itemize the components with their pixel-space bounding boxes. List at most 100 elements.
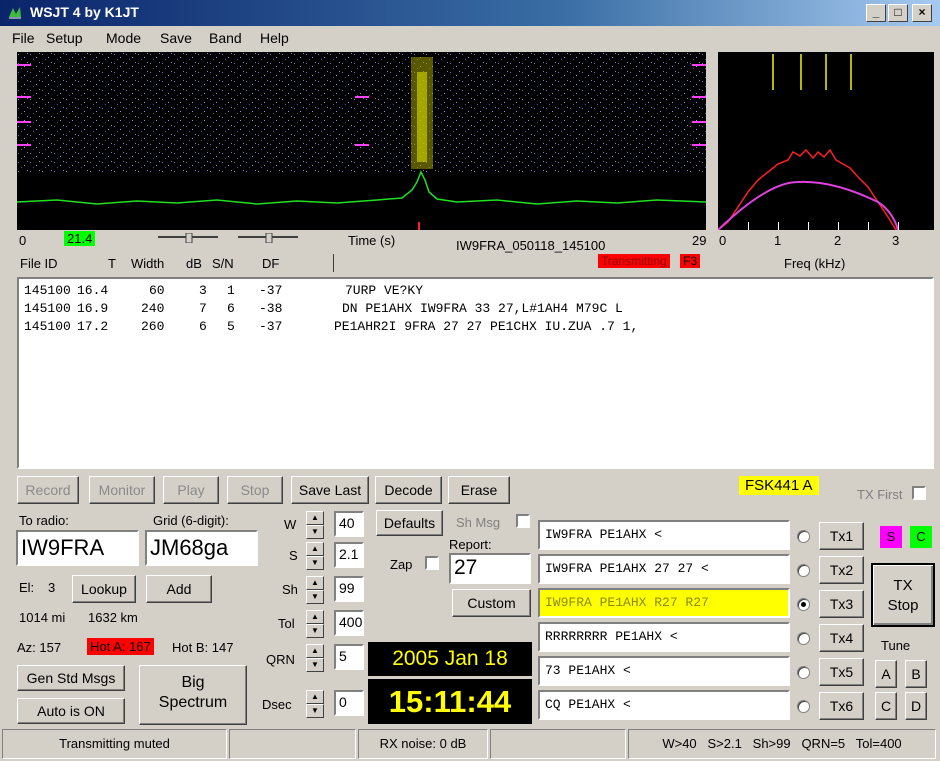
param-sh-label: Sh xyxy=(282,582,298,597)
decode-text: DN PE1AHX IW9FRA 33 27,L#1AH4 M79C L xyxy=(342,301,623,316)
col-width: Width xyxy=(131,256,165,271)
decode-button[interactable]: Decode xyxy=(375,476,442,504)
param-w-label: W xyxy=(284,517,297,532)
decoded-text-area[interactable]: 145100 16.4 60 3 1 -37 7URP VE?KY 145100… xyxy=(17,277,934,469)
tx3-button[interactable]: Tx3 xyxy=(819,590,864,618)
menu-setup[interactable]: Setup xyxy=(46,30,83,46)
tune-d-button[interactable]: D xyxy=(905,692,927,720)
param-dsec-value[interactable]: 0 xyxy=(334,690,364,716)
distance-km: 1632 km xyxy=(88,610,138,625)
file-name-label: IW9FRA_050118_145100 xyxy=(456,238,606,253)
hot-a: Hot A: 167 xyxy=(87,638,154,655)
elevation-value: 3 xyxy=(48,580,56,595)
report-input[interactable]: 27 xyxy=(449,553,531,584)
tx5-button[interactable]: Tx5 xyxy=(819,658,864,686)
grid-input[interactable]: JM68ga xyxy=(145,530,258,566)
decode-t: 16.4 xyxy=(77,283,109,298)
tx6-button[interactable]: Tx6 xyxy=(819,692,864,720)
tx-radio-6[interactable] xyxy=(797,700,810,713)
status-cell-empty-1 xyxy=(229,729,356,759)
erase-button[interactable]: Erase xyxy=(448,476,510,504)
param-tol-spinner[interactable]: ▲ ▼ xyxy=(306,610,324,638)
tx-message-4[interactable]: RRRRRRRR PE1AHX < xyxy=(538,622,790,652)
distance-miles: 1014 mi xyxy=(19,610,66,625)
save-last-button[interactable]: Save Last xyxy=(291,476,369,504)
spectrum-display[interactable] xyxy=(718,52,934,230)
menu-help[interactable]: Help xyxy=(260,30,289,46)
minimize-button[interactable]: _ xyxy=(866,4,886,22)
brightness-slider[interactable] xyxy=(158,231,218,244)
tune-a-button[interactable]: A xyxy=(875,660,897,688)
col-db: dB xyxy=(186,256,202,271)
menu-band[interactable]: Band xyxy=(209,30,242,46)
tx4-button[interactable]: Tx4 xyxy=(819,624,864,652)
param-sh-value[interactable]: 99 xyxy=(334,576,364,602)
param-qrn-value[interactable]: 5 xyxy=(334,644,364,670)
menu-file[interactable]: File xyxy=(12,30,35,46)
tx-message-5[interactable]: 73 PE1AHX < xyxy=(538,656,790,686)
s-indicator: S xyxy=(880,526,902,548)
status-cell-empty-2 xyxy=(490,729,626,759)
stop-button[interactable]: Stop xyxy=(227,476,283,504)
decode-db: 6 xyxy=(199,319,207,334)
param-w-spinner[interactable]: ▲ ▼ xyxy=(306,511,324,539)
tune-c-button[interactable]: C xyxy=(875,692,897,720)
close-button[interactable]: × xyxy=(912,4,932,22)
menu-save[interactable]: Save xyxy=(160,30,192,46)
tx-radio-3[interactable] xyxy=(797,598,810,611)
record-button[interactable]: Record xyxy=(17,476,79,504)
status-summary: W>40 S>2.1 Sh>99 QRN=5 Tol=400 xyxy=(628,729,936,759)
tx-radio-4[interactable] xyxy=(797,632,810,645)
col-file-id: File ID xyxy=(20,256,58,271)
tx-radio-2[interactable] xyxy=(797,564,810,577)
param-qrn-spinner[interactable]: ▲ ▼ xyxy=(306,644,324,672)
param-tol-value[interactable]: 400 xyxy=(334,610,364,636)
tune-b-button[interactable]: B xyxy=(905,660,927,688)
big-spectrum-line-2: Spectrum xyxy=(158,694,228,711)
function-key-indicator: F3 xyxy=(680,254,701,268)
param-s-value[interactable]: 2.1 xyxy=(334,542,364,568)
big-spectrum-button[interactable]: Big Spectrum xyxy=(139,665,247,725)
param-dsec-spinner[interactable]: ▲ ▼ xyxy=(306,690,324,718)
contrast-slider[interactable] xyxy=(238,231,298,244)
waterfall-display[interactable] xyxy=(17,52,706,230)
play-button[interactable]: Play xyxy=(163,476,219,504)
defaults-button[interactable]: Defaults xyxy=(376,510,443,536)
decode-t: 16.9 xyxy=(77,301,109,316)
monitor-button[interactable]: Monitor xyxy=(89,476,155,504)
decode-row: 145100 16.9 240 7 6 -38 DN PE1AHX IW9FRA… xyxy=(19,300,932,318)
maximize-button[interactable]: □ xyxy=(888,4,908,22)
tx1-button[interactable]: Tx1 xyxy=(819,522,864,550)
tx-message-2[interactable]: IW9FRA PE1AHX 27 27 < xyxy=(538,554,790,584)
param-qrn-label: QRN xyxy=(266,652,295,667)
menu-mode[interactable]: Mode xyxy=(106,30,141,46)
decode-width: 60 xyxy=(149,283,165,298)
col-t: T xyxy=(108,256,116,271)
tx-stop-button[interactable]: TX Stop xyxy=(871,563,935,627)
tx-radio-1[interactable] xyxy=(797,530,810,543)
tx2-button[interactable]: Tx2 xyxy=(819,556,864,584)
zap-checkbox[interactable] xyxy=(425,556,439,570)
decode-t: 17.2 xyxy=(77,319,109,334)
gen-std-msgs-button[interactable]: Gen Std Msgs xyxy=(17,665,125,691)
tx-radio-5[interactable] xyxy=(797,666,810,679)
param-w-value[interactable]: 40 xyxy=(334,511,364,537)
tx-message-6[interactable]: CQ PE1AHX < xyxy=(538,690,790,720)
tx-message-1[interactable]: IW9FRA PE1AHX < xyxy=(538,520,790,550)
param-sh-spinner[interactable]: ▲ ▼ xyxy=(306,576,324,604)
tx-message-3[interactable]: IW9FRA PE1AHX R27 R27 xyxy=(538,588,790,618)
sh-msg-checkbox[interactable] xyxy=(516,514,530,528)
big-spectrum-line-1: Big xyxy=(181,674,205,691)
auto-button[interactable]: Auto is ON xyxy=(17,698,125,724)
tx-first-checkbox[interactable] xyxy=(912,486,926,500)
report-label: Report: xyxy=(449,537,492,552)
add-button[interactable]: Add xyxy=(146,575,212,603)
decode-file-id: 145100 xyxy=(24,301,71,316)
spectrum-graphic xyxy=(718,54,899,230)
custom-button[interactable]: Custom xyxy=(452,589,531,617)
lookup-button[interactable]: Lookup xyxy=(72,575,136,603)
to-radio-input[interactable]: IW9FRA xyxy=(16,530,139,566)
decode-df: -37 xyxy=(259,319,283,334)
param-s-spinner[interactable]: ▲ ▼ xyxy=(306,542,324,570)
status-tx-muted: Transmitting muted xyxy=(2,729,227,759)
